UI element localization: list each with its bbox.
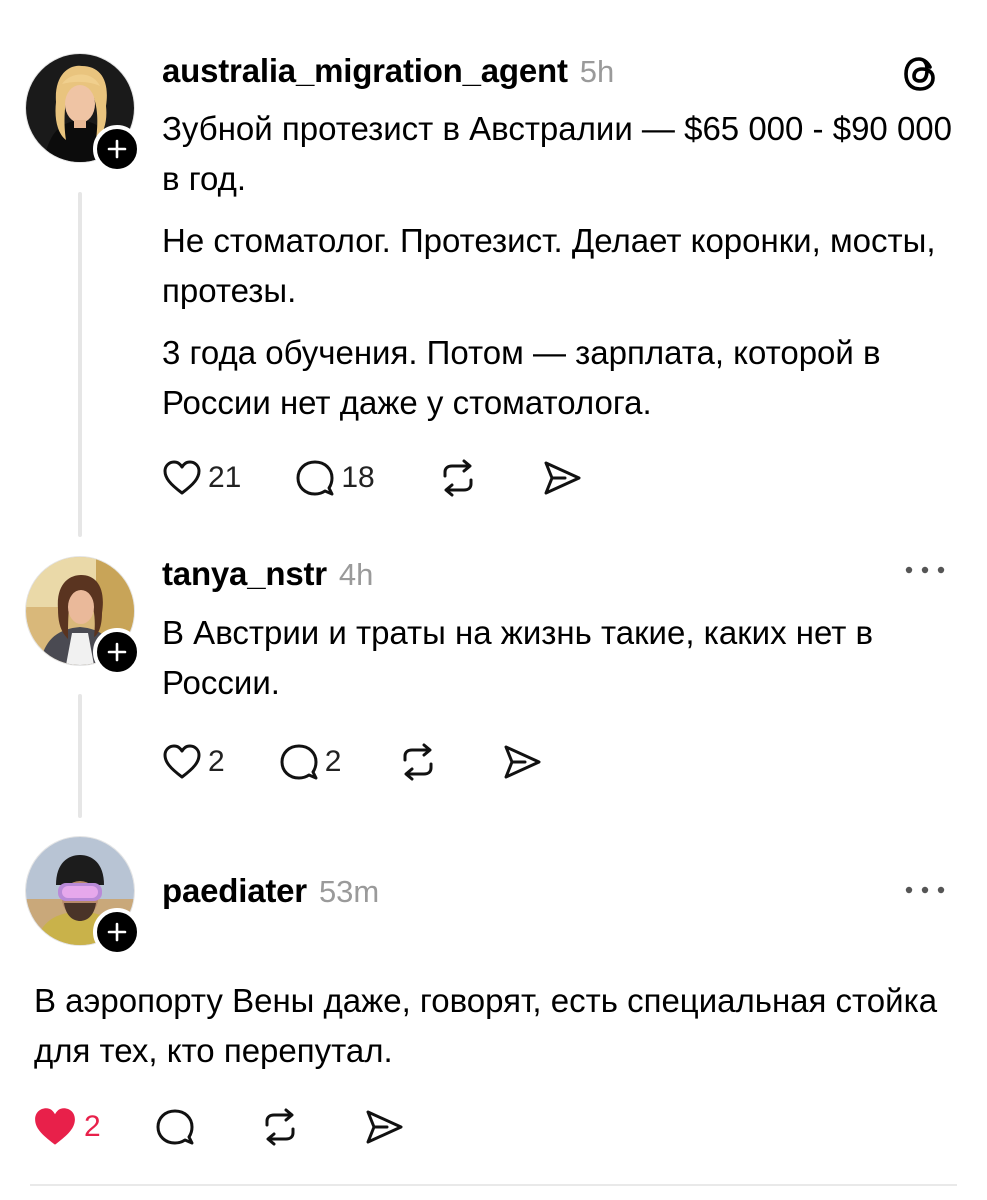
avatar[interactable] <box>25 53 141 173</box>
heart-icon <box>163 460 201 495</box>
action-bar: 2 2 <box>162 742 543 782</box>
post-paragraph: В Австрии и траты на жизнь такие, каких … <box>162 614 874 701</box>
repost-icon <box>443 459 473 497</box>
post-text: В Австрии и траты на жизнь такие, каких … <box>162 608 962 720</box>
post-paragraph: Зубной протезист в Австралии — $65 000 -… <box>162 110 953 197</box>
like-button[interactable]: 21 <box>162 459 241 497</box>
more-icon[interactable] <box>903 880 947 905</box>
share-button[interactable] <box>541 458 583 498</box>
reply-count: 18 <box>341 461 375 494</box>
share-icon <box>504 745 541 779</box>
plus-icon <box>107 139 127 159</box>
reply-button[interactable] <box>155 1107 195 1147</box>
repost-icon <box>265 1108 295 1146</box>
follow-button[interactable] <box>93 628 141 676</box>
threads-logo-icon[interactable] <box>900 52 942 101</box>
post-header: australia_migration_agent 5h <box>162 52 614 90</box>
username[interactable]: tanya_nstr <box>162 555 327 593</box>
like-count: 2 <box>84 1110 101 1143</box>
like-button[interactable]: 2 <box>162 743 225 781</box>
post-text: В аэропорту Вены даже, говорят, есть спе… <box>34 976 954 1088</box>
thread-line <box>78 694 82 818</box>
post-divider <box>30 1184 957 1186</box>
repost-button[interactable] <box>437 458 479 498</box>
avatar[interactable] <box>25 556 141 676</box>
username[interactable]: australia_migration_agent <box>162 52 568 90</box>
username[interactable]: paediater <box>162 872 307 910</box>
reply-button[interactable]: 18 <box>295 458 375 498</box>
comment-icon <box>280 744 318 780</box>
share-button[interactable] <box>363 1107 405 1147</box>
follow-button[interactable] <box>93 125 141 173</box>
share-icon <box>544 461 581 495</box>
plus-icon <box>107 922 127 942</box>
comment-icon <box>156 1109 194 1145</box>
post-paragraph: Не стоматолог. Протезист. Делает коронки… <box>162 222 936 309</box>
timestamp: 4h <box>338 557 374 592</box>
post-header: tanya_nstr 4h <box>162 555 373 593</box>
timestamp: 5h <box>579 54 615 89</box>
post-text: Зубной протезист в Австралии — $65 000 -… <box>162 104 962 440</box>
post-paragraph: В аэропорту Вены даже, говорят, есть спе… <box>34 982 938 1069</box>
post-header: paediater 53m <box>162 872 379 910</box>
action-bar: 2 <box>32 1106 405 1148</box>
repost-icon <box>403 743 433 781</box>
post-paragraph: 3 года обучения. Потом — зарплата, котор… <box>162 334 881 421</box>
like-button[interactable]: 2 <box>32 1106 101 1148</box>
heart-filled-icon <box>35 1108 75 1145</box>
thread-line <box>78 192 82 537</box>
plus-icon <box>107 642 127 662</box>
action-bar: 21 18 <box>162 458 583 498</box>
timestamp: 53m <box>318 874 380 909</box>
repost-button[interactable] <box>259 1107 301 1147</box>
more-icon[interactable] <box>903 560 947 585</box>
follow-button[interactable] <box>93 908 141 956</box>
repost-button[interactable] <box>397 742 439 782</box>
share-button[interactable] <box>501 742 543 782</box>
share-icon <box>366 1110 403 1144</box>
comment-icon <box>296 460 334 496</box>
reply-count: 2 <box>324 745 342 778</box>
like-count: 2 <box>208 745 225 778</box>
reply-button[interactable]: 2 <box>279 742 342 782</box>
heart-icon <box>163 744 201 779</box>
like-count: 21 <box>208 461 242 494</box>
avatar[interactable] <box>25 836 141 956</box>
